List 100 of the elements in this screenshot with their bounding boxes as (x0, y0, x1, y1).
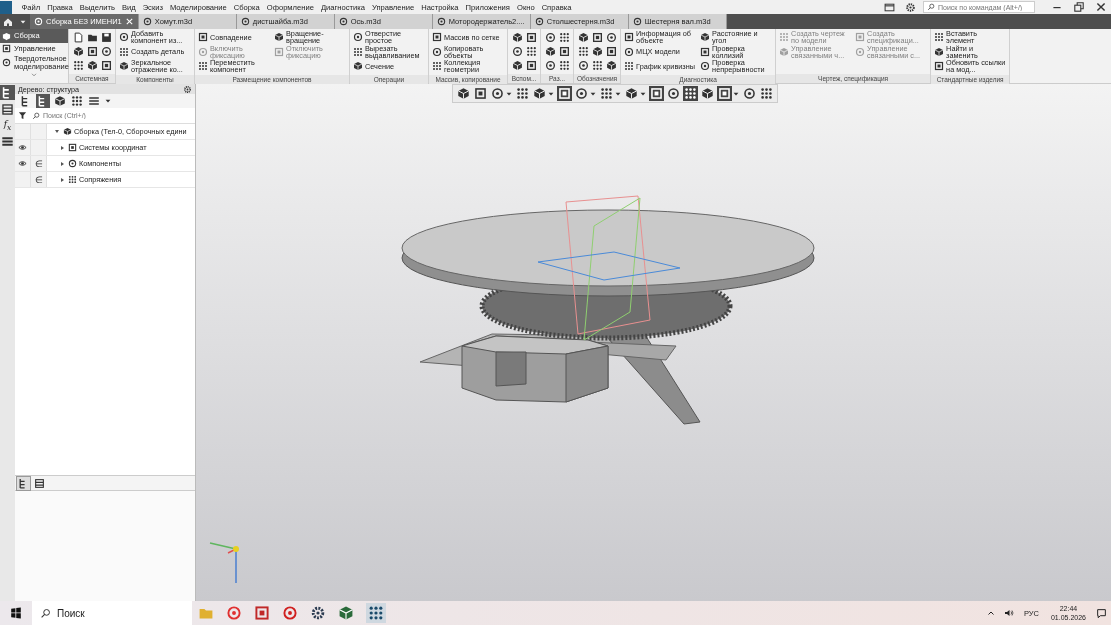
cube-icon[interactable] (700, 86, 715, 101)
cube-icon (353, 61, 363, 72)
cube-icon (119, 61, 129, 72)
circle-icon[interactable] (574, 86, 589, 101)
windows-logo-icon[interactable] (10, 607, 22, 619)
dot-grid-icon[interactable] (70, 94, 84, 108)
cube-icon[interactable] (511, 31, 523, 43)
square-icon[interactable] (473, 86, 488, 101)
expand-triangle-icon[interactable] (55, 130, 59, 133)
square-icon[interactable] (605, 45, 617, 57)
circle-icon (632, 17, 642, 26)
cube-icon[interactable] (72, 45, 84, 57)
gear-icon[interactable] (310, 605, 326, 621)
taskbar-search-field[interactable]: Поиск (32, 601, 192, 625)
cube-icon (779, 46, 790, 57)
formula-tab[interactable]: f$_{x}$ (1, 119, 14, 132)
dot-grid-icon (119, 46, 129, 57)
home-icon[interactable] (3, 16, 13, 27)
square-icon (198, 32, 208, 43)
circle-icon[interactable] (544, 59, 556, 71)
dot-grid-icon[interactable] (759, 86, 774, 101)
dot-grid-icon (353, 46, 363, 57)
square-icon (700, 46, 711, 57)
circle-icon[interactable] (511, 45, 523, 57)
square-icon[interactable] (558, 45, 570, 57)
expand-triangle-icon[interactable] (61, 177, 64, 182)
circle-icon[interactable] (605, 31, 617, 43)
dot-grid-icon[interactable] (515, 86, 530, 101)
table-icon[interactable] (0, 102, 15, 117)
cube-icon[interactable] (605, 59, 617, 71)
square-icon[interactable] (717, 86, 732, 101)
expand-triangle-icon[interactable] (61, 161, 64, 166)
cube-icon[interactable] (577, 31, 589, 43)
search-icon (40, 607, 51, 619)
gear-icon[interactable] (183, 84, 192, 94)
dot-grid-icon[interactable] (683, 86, 698, 101)
circle-icon[interactable] (100, 45, 112, 57)
tree-icon[interactable] (17, 476, 30, 490)
cube-icon[interactable] (511, 59, 523, 71)
circle-icon[interactable] (742, 86, 757, 101)
circle-icon (142, 17, 152, 26)
cube-icon[interactable] (624, 86, 639, 101)
restore-icon[interactable] (1073, 1, 1085, 13)
table-icon[interactable] (33, 476, 46, 490)
square-icon[interactable] (254, 605, 270, 621)
close-icon[interactable] (1095, 1, 1107, 13)
eye-icon (18, 159, 27, 168)
circle-icon[interactable] (544, 31, 556, 43)
cube-icon[interactable] (544, 45, 556, 57)
document-icon[interactable] (72, 31, 84, 43)
square-icon[interactable] (591, 31, 603, 43)
message-icon[interactable] (1096, 607, 1107, 619)
app-logo-icon (0, 0, 12, 14)
dot-grid-icon[interactable] (525, 45, 537, 57)
circle-icon[interactable] (666, 86, 681, 101)
cube-icon[interactable] (86, 59, 98, 71)
circle-icon[interactable] (577, 59, 589, 71)
dot-grid-icon[interactable] (591, 59, 603, 71)
cube-icon[interactable] (532, 86, 547, 101)
caret-down-icon[interactable] (104, 97, 112, 105)
cube-icon (2, 31, 11, 41)
dot-grid-icon[interactable] (558, 31, 570, 43)
gear-icon[interactable] (905, 1, 916, 13)
visibility-cell[interactable] (15, 124, 31, 139)
square-icon[interactable] (86, 45, 98, 57)
filter-icon[interactable] (18, 111, 27, 120)
cube-icon (700, 32, 711, 43)
cube-icon[interactable] (591, 45, 603, 57)
square-icon (934, 61, 945, 72)
circle-icon (700, 61, 711, 72)
tree-icon[interactable] (0, 85, 15, 100)
circle-icon (353, 32, 363, 43)
expand-triangle-icon[interactable] (61, 145, 64, 150)
circle-icon[interactable] (490, 86, 505, 101)
close-icon[interactable] (124, 17, 134, 26)
cube-icon[interactable] (456, 86, 471, 101)
dot-grid-icon[interactable] (366, 603, 386, 623)
visibility-cell[interactable] (15, 140, 31, 155)
tree-icon[interactable] (36, 94, 50, 108)
square-icon (2, 44, 11, 53)
cube-icon[interactable] (53, 94, 67, 108)
square-icon[interactable] (557, 86, 572, 101)
visibility-cell[interactable] (15, 156, 31, 171)
square-icon[interactable] (525, 59, 537, 71)
dot-grid-icon[interactable] (577, 45, 589, 57)
circle-icon (198, 46, 208, 57)
dot-grid-icon[interactable] (558, 59, 570, 71)
menu-icon[interactable] (87, 94, 101, 108)
dot-grid-icon (198, 61, 208, 72)
dot-grid-icon[interactable] (72, 59, 84, 71)
visibility-cell[interactable] (15, 172, 31, 187)
square-icon[interactable] (525, 31, 537, 43)
cube-icon[interactable] (338, 605, 354, 621)
search-input[interactable]: Поиск (57, 607, 184, 619)
speaker-icon[interactable] (1003, 608, 1014, 618)
dot-grid-icon[interactable] (599, 86, 614, 101)
eye-icon (18, 143, 27, 152)
square-icon[interactable] (649, 86, 664, 101)
square-icon[interactable] (100, 59, 112, 71)
window-icon[interactable] (884, 1, 895, 13)
